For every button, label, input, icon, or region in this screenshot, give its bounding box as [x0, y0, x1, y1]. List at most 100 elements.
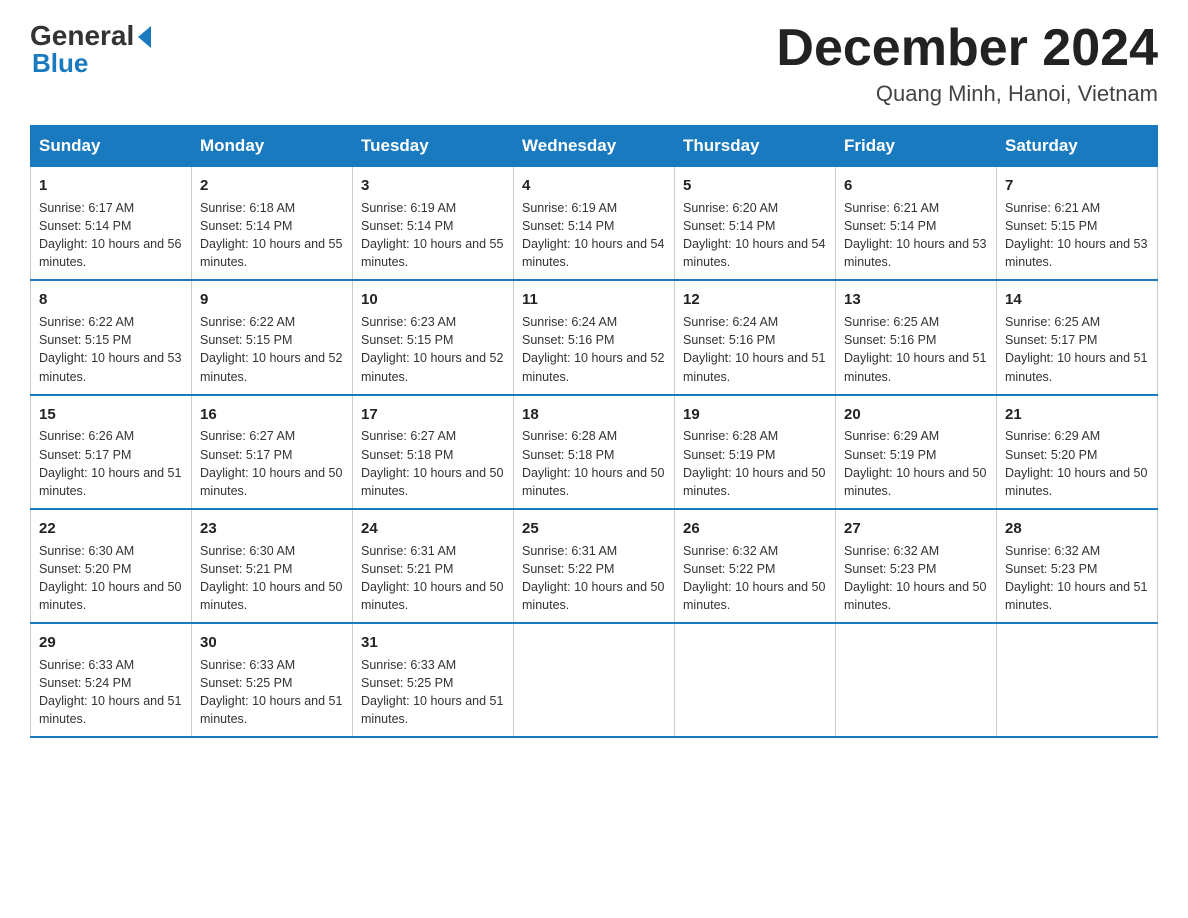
calendar-header: SundayMondayTuesdayWednesdayThursdayFrid…: [31, 126, 1158, 167]
calendar-cell: 19Sunrise: 6:28 AMSunset: 5:19 PMDayligh…: [675, 395, 836, 509]
day-info: Sunrise: 6:19 AMSunset: 5:14 PMDaylight:…: [361, 199, 505, 272]
header-tuesday: Tuesday: [353, 126, 514, 167]
day-number: 13: [844, 289, 988, 311]
day-info: Sunrise: 6:31 AMSunset: 5:22 PMDaylight:…: [522, 542, 666, 615]
logo-triangle-icon: [138, 26, 151, 48]
week-row-4: 22Sunrise: 6:30 AMSunset: 5:20 PMDayligh…: [31, 509, 1158, 623]
day-number: 15: [39, 404, 183, 426]
calendar-cell: 2Sunrise: 6:18 AMSunset: 5:14 PMDaylight…: [192, 167, 353, 281]
day-info: Sunrise: 6:30 AMSunset: 5:21 PMDaylight:…: [200, 542, 344, 615]
calendar-cell: 23Sunrise: 6:30 AMSunset: 5:21 PMDayligh…: [192, 509, 353, 623]
week-row-2: 8 Sunrise: 6:22 AMSunset: 5:15 PMDaylight…: [31, 280, 1158, 394]
calendar-cell: 20Sunrise: 6:29 AMSunset: 5:19 PMDayligh…: [836, 395, 997, 509]
calendar-cell: 9Sunrise: 6:22 AMSunset: 5:15 PMDaylight…: [192, 280, 353, 394]
calendar-cell: 27Sunrise: 6:32 AMSunset: 5:23 PMDayligh…: [836, 509, 997, 623]
header-sunday: Sunday: [31, 126, 192, 167]
calendar-title: December 2024: [776, 20, 1158, 77]
header-wednesday: Wednesday: [514, 126, 675, 167]
day-info: Sunrise: 6:22 AMSunset: 5:15 PMDaylight:…: [200, 313, 344, 386]
day-number: 16: [200, 404, 344, 426]
calendar-cell: 30Sunrise: 6:33 AMSunset: 5:25 PMDayligh…: [192, 623, 353, 737]
header-row: SundayMondayTuesdayWednesdayThursdayFrid…: [31, 126, 1158, 167]
calendar-cell: 5Sunrise: 6:20 AMSunset: 5:14 PMDaylight…: [675, 167, 836, 281]
day-info: Sunrise: 6:32 AMSunset: 5:23 PMDaylight:…: [844, 542, 988, 615]
day-info: Sunrise: 6:29 AMSunset: 5:19 PMDaylight:…: [844, 427, 988, 500]
day-info: Sunrise: 6:20 AMSunset: 5:14 PMDaylight:…: [683, 199, 827, 272]
day-number: 19: [683, 404, 827, 426]
calendar-cell: 24Sunrise: 6:31 AMSunset: 5:21 PMDayligh…: [353, 509, 514, 623]
day-number: 17: [361, 404, 505, 426]
day-number: 26: [683, 518, 827, 540]
calendar-cell: 3Sunrise: 6:19 AMSunset: 5:14 PMDaylight…: [353, 167, 514, 281]
day-info: Sunrise: 6:33 AMSunset: 5:24 PMDaylight:…: [39, 656, 183, 729]
day-info: Sunrise: 6:17 AMSunset: 5:14 PMDaylight:…: [39, 199, 183, 272]
day-number: 24: [361, 518, 505, 540]
calendar-body: 1Sunrise: 6:17 AMSunset: 5:14 PMDaylight…: [31, 167, 1158, 738]
day-info: Sunrise: 6:21 AMSunset: 5:14 PMDaylight:…: [844, 199, 988, 272]
day-number: 8: [39, 289, 183, 311]
calendar-cell: 21Sunrise: 6:29 AMSunset: 5:20 PMDayligh…: [997, 395, 1158, 509]
day-number: 7: [1005, 175, 1149, 197]
calendar-cell: 28Sunrise: 6:32 AMSunset: 5:23 PMDayligh…: [997, 509, 1158, 623]
calendar-cell: 31Sunrise: 6:33 AMSunset: 5:25 PMDayligh…: [353, 623, 514, 737]
calendar-cell: 17Sunrise: 6:27 AMSunset: 5:18 PMDayligh…: [353, 395, 514, 509]
day-info: Sunrise: 6:21 AMSunset: 5:15 PMDaylight:…: [1005, 199, 1149, 272]
day-info: Sunrise: 6:27 AMSunset: 5:18 PMDaylight:…: [361, 427, 505, 500]
day-info: Sunrise: 6:33 AMSunset: 5:25 PMDaylight:…: [361, 656, 505, 729]
calendar-cell: [514, 623, 675, 737]
calendar-cell: 18Sunrise: 6:28 AMSunset: 5:18 PMDayligh…: [514, 395, 675, 509]
day-number: 21: [1005, 404, 1149, 426]
calendar-cell: 10Sunrise: 6:23 AMSunset: 5:15 PMDayligh…: [353, 280, 514, 394]
calendar-cell: 1Sunrise: 6:17 AMSunset: 5:14 PMDaylight…: [31, 167, 192, 281]
header-thursday: Thursday: [675, 126, 836, 167]
calendar-cell: 26Sunrise: 6:32 AMSunset: 5:22 PMDayligh…: [675, 509, 836, 623]
calendar-cell: 6Sunrise: 6:21 AMSunset: 5:14 PMDaylight…: [836, 167, 997, 281]
day-number: 22: [39, 518, 183, 540]
title-section: December 2024 Quang Minh, Hanoi, Vietnam: [776, 20, 1158, 107]
header-saturday: Saturday: [997, 126, 1158, 167]
day-info: Sunrise: 6:24 AMSunset: 5:16 PMDaylight:…: [522, 313, 666, 386]
day-number: 1: [39, 175, 183, 197]
day-number: 18: [522, 404, 666, 426]
day-number: 31: [361, 632, 505, 654]
calendar-cell: 16Sunrise: 6:27 AMSunset: 5:17 PMDayligh…: [192, 395, 353, 509]
day-info: Sunrise: 6:33 AMSunset: 5:25 PMDaylight:…: [200, 656, 344, 729]
day-info: Sunrise: 6:30 AMSunset: 5:20 PMDaylight:…: [39, 542, 183, 615]
calendar-cell: 15Sunrise: 6:26 AMSunset: 5:17 PMDayligh…: [31, 395, 192, 509]
calendar-cell: 12Sunrise: 6:24 AMSunset: 5:16 PMDayligh…: [675, 280, 836, 394]
calendar-cell: 7Sunrise: 6:21 AMSunset: 5:15 PMDaylight…: [997, 167, 1158, 281]
day-info: Sunrise: 6:25 AMSunset: 5:16 PMDaylight:…: [844, 313, 988, 386]
day-number: 5: [683, 175, 827, 197]
week-row-1: 1Sunrise: 6:17 AMSunset: 5:14 PMDaylight…: [31, 167, 1158, 281]
day-info: Sunrise: 6:31 AMSunset: 5:21 PMDaylight:…: [361, 542, 505, 615]
calendar-subtitle: Quang Minh, Hanoi, Vietnam: [776, 81, 1158, 107]
page-header: General Blue December 2024 Quang Minh, H…: [30, 20, 1158, 107]
day-number: 27: [844, 518, 988, 540]
week-row-3: 15Sunrise: 6:26 AMSunset: 5:17 PMDayligh…: [31, 395, 1158, 509]
day-info: Sunrise: 6:29 AMSunset: 5:20 PMDaylight:…: [1005, 427, 1149, 500]
header-monday: Monday: [192, 126, 353, 167]
day-number: 20: [844, 404, 988, 426]
calendar-cell: 4Sunrise: 6:19 AMSunset: 5:14 PMDaylight…: [514, 167, 675, 281]
calendar-cell: 11Sunrise: 6:24 AMSunset: 5:16 PMDayligh…: [514, 280, 675, 394]
calendar-cell: [675, 623, 836, 737]
day-info: Sunrise: 6:26 AMSunset: 5:17 PMDaylight:…: [39, 427, 183, 500]
calendar-cell: [997, 623, 1158, 737]
day-number: 11: [522, 289, 666, 311]
day-info: Sunrise: 6:32 AMSunset: 5:23 PMDaylight:…: [1005, 542, 1149, 615]
day-number: 6: [844, 175, 988, 197]
day-info: Sunrise: 6:28 AMSunset: 5:19 PMDaylight:…: [683, 427, 827, 500]
day-number: 12: [683, 289, 827, 311]
calendar-cell: 29Sunrise: 6:33 AMSunset: 5:24 PMDayligh…: [31, 623, 192, 737]
day-number: 4: [522, 175, 666, 197]
day-info: Sunrise: 6:32 AMSunset: 5:22 PMDaylight:…: [683, 542, 827, 615]
calendar-cell: 13Sunrise: 6:25 AMSunset: 5:16 PMDayligh…: [836, 280, 997, 394]
day-number: 2: [200, 175, 344, 197]
day-number: 14: [1005, 289, 1149, 311]
day-info: Sunrise: 6:24 AMSunset: 5:16 PMDaylight:…: [683, 313, 827, 386]
day-number: 10: [361, 289, 505, 311]
calendar-cell: 22Sunrise: 6:30 AMSunset: 5:20 PMDayligh…: [31, 509, 192, 623]
calendar-table: SundayMondayTuesdayWednesdayThursdayFrid…: [30, 125, 1158, 738]
day-info: Sunrise: 6:25 AMSunset: 5:17 PMDaylight:…: [1005, 313, 1149, 386]
calendar-cell: 8Sunrise: 6:22 AMSunset: 5:15 PMDaylight…: [31, 280, 192, 394]
